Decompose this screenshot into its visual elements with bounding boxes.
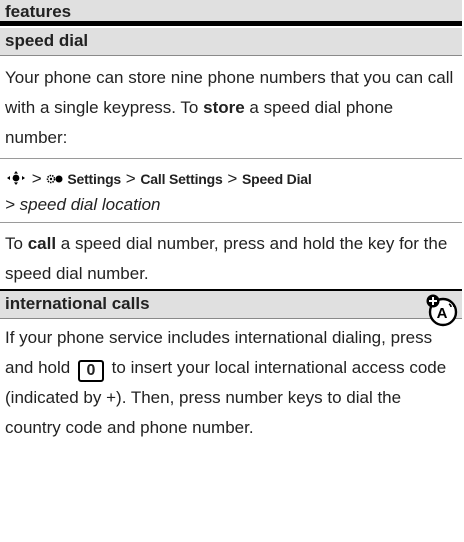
speed-dial-intro: Your phone can store nine phone numbers … (0, 63, 462, 153)
features-title: features (5, 2, 72, 21)
page: features speed dial Your phone can store… (0, 0, 462, 443)
speed-dial-call-text: To call a speed dial number, press and h… (0, 229, 462, 289)
international-calls-title: international calls (0, 291, 462, 318)
call-text-a: To (5, 234, 28, 253)
menu-sep-3: > (222, 169, 242, 188)
menu-sep-2: > (121, 169, 141, 188)
menu-sep-1: > (27, 169, 47, 188)
features-header: features (0, 0, 462, 26)
menu-path: > Settings > Call Settings > Speed Dial (0, 165, 462, 192)
icon-letter: A (437, 305, 448, 322)
menu-speed-dial: Speed Dial (241, 171, 312, 187)
settings-icon (47, 174, 63, 184)
speed-dial-title: speed dial (0, 28, 462, 55)
nav-key-icon (7, 171, 25, 185)
international-calls-title-text: international calls (5, 294, 150, 313)
intro-text-store: store (203, 98, 245, 117)
speed-dial-section: speed dial Your phone can store nine pho… (0, 28, 462, 291)
menu-call-settings: Call Settings (140, 171, 223, 187)
international-calls-text: If your phone service includes internati… (0, 323, 462, 443)
call-text-b: a speed dial number, press and hold the … (5, 234, 448, 283)
call-text-call: call (27, 234, 57, 253)
speed-dial-title-text: speed dial (5, 31, 89, 50)
network-feature-icon: A (426, 294, 458, 327)
international-calls-section: international calls A If your phone serv… (0, 291, 462, 443)
menu-settings: Settings (67, 171, 122, 187)
zero-key: 0 (77, 360, 104, 382)
speed-dial-location: > speed dial location (5, 195, 161, 214)
